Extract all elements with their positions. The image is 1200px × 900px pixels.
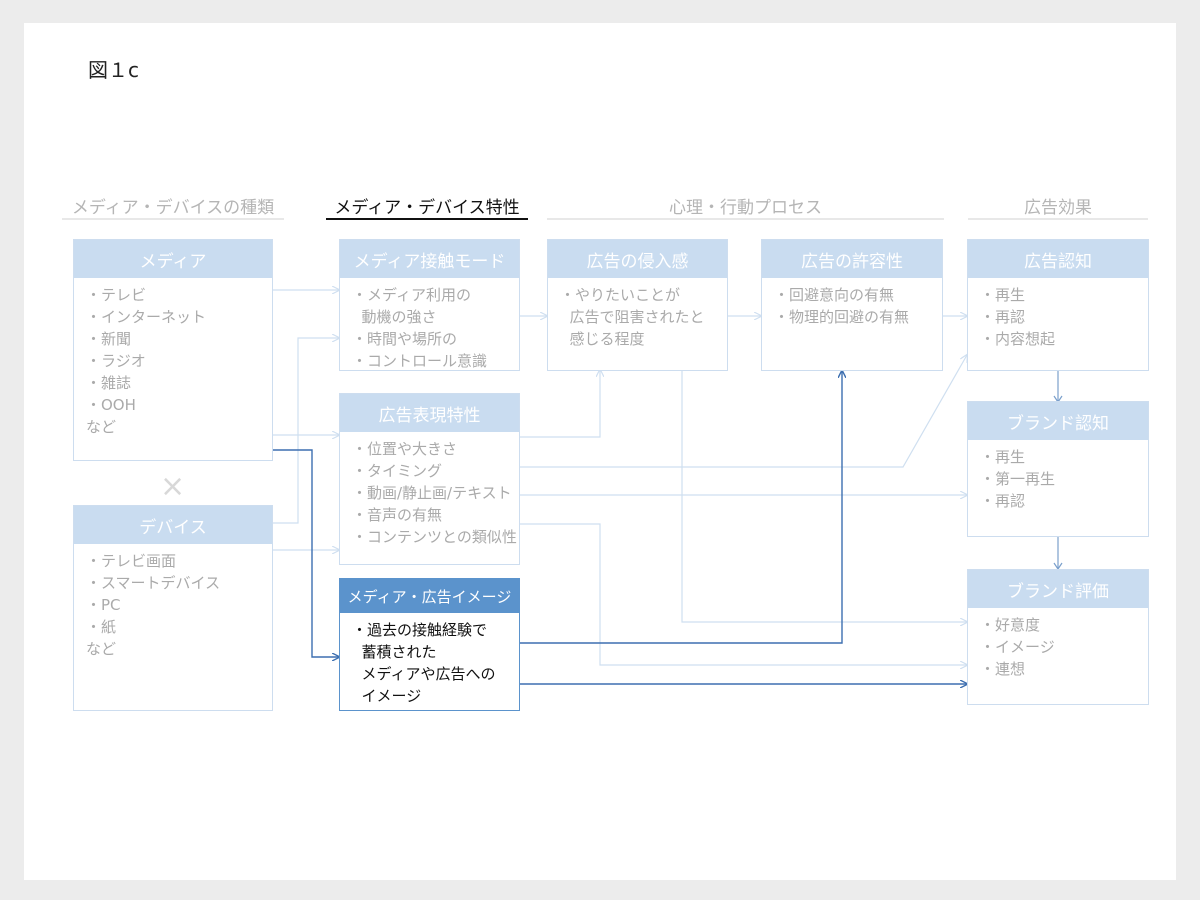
arrow-expression-to-ad-recognition: [520, 355, 967, 468]
contact-mode-box: メディア接触モード ・メディア利用の 動機の強さ ・時間や場所の ・コントロール…: [339, 239, 520, 371]
ad-recognition-title: 広告認知: [968, 240, 1148, 278]
acceptability-item: ・物理的回避の有無: [774, 308, 910, 326]
brand-recognition-item: ・再認: [980, 492, 1026, 510]
brand-evaluation-item: ・連想: [980, 660, 1026, 678]
ad-expression-title: 広告表現特性: [340, 394, 519, 432]
media-ad-image-box: メディア・広告イメージ ・過去の接触経験で 蓄積された メディアや広告への イメ…: [339, 578, 520, 711]
brand-recognition-item: ・再生: [980, 448, 1026, 466]
ad-expression-box: 広告表現特性 ・位置や大きさ ・タイミング ・動画/静止画/テキスト ・音声の有…: [339, 393, 520, 565]
media-ad-image-item: イメージ: [352, 687, 422, 705]
contact-mode-item: 動機の強さ: [352, 308, 437, 326]
media-ad-image-item: メディアや広告への: [352, 665, 496, 683]
intrusiveness-box: 広告の侵入感 ・やりたいことが 広告で阻害されたと 感じる程度: [547, 239, 728, 371]
ad-expression-item: ・位置や大きさ: [352, 440, 458, 458]
contact-mode-item: ・コントロール意識: [352, 352, 488, 370]
device-item: ・スマートデバイス: [86, 574, 221, 592]
brand-recognition-title: ブランド認知: [968, 402, 1148, 440]
brand-evaluation-item: ・好意度: [980, 616, 1041, 634]
arrow-media-ad-image-to-acceptability: [520, 371, 842, 644]
ad-recognition-item: ・内容想起: [980, 330, 1056, 348]
media-box: メディア ・テレビ ・インターネット ・新聞 ・ラジオ ・雑誌 ・OOH など: [73, 239, 273, 461]
intrusiveness-item: 広告で阻害されたと: [560, 308, 705, 326]
brand-recognition-box: ブランド認知 ・再生 ・第一再生 ・再認: [967, 401, 1149, 537]
ad-recognition-item: ・再生: [980, 286, 1026, 304]
contact-mode-item: ・メディア利用の: [352, 286, 471, 304]
ad-expression-item: ・タイミング: [352, 462, 443, 480]
device-item: ・テレビ画面: [86, 552, 177, 570]
ad-recognition-box: 広告認知 ・再生 ・再認 ・内容想起: [967, 239, 1149, 371]
media-item: ・雑誌: [86, 374, 132, 392]
media-item: ・テレビ: [86, 286, 147, 304]
acceptability-title: 広告の許容性: [762, 240, 942, 278]
ad-expression-item: ・音声の有無: [352, 506, 443, 524]
cross-symbol: ×: [160, 469, 186, 504]
media-box-title: メディア: [74, 240, 272, 278]
device-item: など: [86, 640, 117, 658]
arrow-expression-to-brand-evaluation: [520, 523, 967, 665]
brand-evaluation-title: ブランド評価: [968, 570, 1148, 608]
brand-evaluation-item: ・イメージ: [980, 638, 1055, 656]
intrusiveness-title: 広告の侵入感: [548, 240, 727, 278]
arrow-device-to-contact: [273, 338, 339, 524]
intrusiveness-item: ・やりたいことが: [560, 286, 681, 304]
media-item: ・新聞: [86, 330, 132, 348]
arrow-intrusiveness-to-brand-evaluation: [681, 370, 967, 622]
device-box-title: デバイス: [74, 506, 272, 544]
ad-recognition-item: ・再認: [980, 308, 1026, 326]
device-box: デバイス ・テレビ画面 ・スマートデバイス ・PC ・紙 など: [73, 505, 273, 711]
brand-evaluation-box: ブランド評価 ・好意度 ・イメージ ・連想: [967, 569, 1149, 705]
contact-mode-item: ・時間や場所の: [352, 330, 458, 348]
media-item: ・OOH: [86, 396, 136, 414]
media-item: など: [86, 418, 117, 436]
media-ad-image-item: ・過去の接触経験で: [352, 621, 488, 639]
contact-mode-title: メディア接触モード: [340, 240, 519, 278]
brand-recognition-item: ・第一再生: [980, 470, 1056, 488]
arrow-media-to-media-ad-image: [273, 449, 339, 657]
device-item: ・PC: [86, 596, 121, 614]
media-item: ・ラジオ: [86, 352, 146, 370]
media-ad-image-item: 蓄積された: [352, 643, 437, 661]
intrusiveness-item: 感じる程度: [560, 330, 645, 348]
media-item: ・インターネット: [86, 308, 207, 326]
ad-expression-item: ・コンテンツとの類似性: [352, 528, 517, 546]
acceptability-item: ・回避意向の有無: [774, 286, 895, 304]
media-ad-image-title: メディア・広告イメージ: [340, 579, 519, 613]
acceptability-box: 広告の許容性 ・回避意向の有無 ・物理的回避の有無: [761, 239, 943, 371]
device-item: ・紙: [86, 618, 117, 636]
arrow-expression-to-intrusiveness: [520, 370, 600, 438]
ad-expression-item: ・動画/静止画/テキスト: [352, 484, 512, 502]
